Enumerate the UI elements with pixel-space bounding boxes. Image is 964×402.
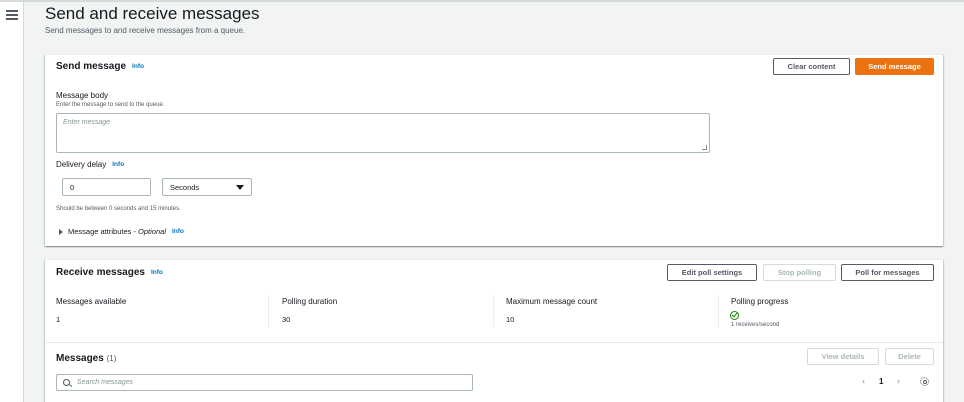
max-message-count-value: 10 xyxy=(506,315,515,324)
message-attributes-expander[interactable]: Message attributes - Optional Info xyxy=(59,227,184,236)
caret-right-icon xyxy=(59,228,63,235)
delay-unit-value: Seconds xyxy=(170,182,200,192)
message-body-textarea[interactable]: Enter message xyxy=(56,113,710,153)
search-placeholder: Search messages xyxy=(77,379,134,386)
polling-progress-label: Polling progress xyxy=(731,297,789,306)
search-icon xyxy=(63,379,70,386)
page-title: Send and receive messages xyxy=(45,4,260,23)
page-number[interactable]: 1 xyxy=(879,377,883,386)
message-body-placeholder: Enter message xyxy=(63,119,111,126)
send-message-button[interactable]: Send message xyxy=(855,58,934,75)
messages-count: (1) xyxy=(106,354,117,363)
top-border xyxy=(0,0,964,2)
messages-title: Messages xyxy=(56,353,104,364)
caret-down-icon xyxy=(236,185,244,190)
success-check-icon xyxy=(730,311,739,320)
delivery-delay-hint: Should be between 0 seconds and 15 minut… xyxy=(56,206,181,212)
optional-label: Optional xyxy=(138,227,166,236)
delivery-delay-input[interactable]: 0 xyxy=(62,178,151,196)
delivery-delay-heading: Delivery delay Info xyxy=(56,160,124,169)
prev-page-icon[interactable]: ‹ xyxy=(862,376,865,386)
message-body-hint: Enter the message to send to the queue. xyxy=(56,102,165,108)
stop-polling-button[interactable]: Stop polling xyxy=(763,264,836,281)
send-message-heading: Send message Info xyxy=(56,61,144,72)
messages-available-label: Messages available xyxy=(56,297,127,306)
edit-poll-settings-button[interactable]: Edit poll settings xyxy=(667,264,757,281)
polling-progress-rate: 1 receives/second xyxy=(731,322,780,328)
stat-divider xyxy=(493,295,494,327)
message-body-label: Message body xyxy=(56,91,109,100)
resize-handle-icon[interactable] xyxy=(702,145,707,150)
messages-available-value: 1 xyxy=(56,315,61,324)
delete-button[interactable]: Delete xyxy=(885,348,934,365)
delay-info-link[interactable]: Info xyxy=(112,161,124,168)
stat-divider xyxy=(268,295,269,327)
side-rail xyxy=(0,2,24,402)
receive-info-link[interactable]: Info xyxy=(151,269,163,276)
page-description: Send messages to and receive messages fr… xyxy=(45,26,246,35)
menu-icon[interactable] xyxy=(6,10,18,20)
polling-duration-value: 30 xyxy=(282,315,291,324)
search-messages-input[interactable]: Search messages xyxy=(56,374,473,391)
attributes-info-link[interactable]: Info xyxy=(172,228,184,235)
next-page-icon[interactable]: › xyxy=(897,376,900,386)
messages-heading: Messages (1) xyxy=(56,353,116,364)
messages-section-divider xyxy=(45,342,943,343)
stat-divider xyxy=(718,295,719,327)
poll-for-messages-button[interactable]: Poll for messages xyxy=(841,264,934,281)
max-message-count-label: Maximum message count xyxy=(506,297,598,306)
message-attributes-label: Message attributes - xyxy=(68,227,136,236)
delivery-delay-label: Delivery delay xyxy=(56,160,107,169)
clear-content-button[interactable]: Clear content xyxy=(773,58,850,75)
receive-messages-title: Receive messages xyxy=(56,267,145,278)
delay-unit-select[interactable]: Seconds xyxy=(162,178,252,196)
gear-icon[interactable] xyxy=(920,377,929,386)
send-message-title: Send message xyxy=(56,61,127,72)
polling-duration-label: Polling duration xyxy=(282,297,338,306)
send-info-link[interactable]: Info xyxy=(132,63,144,70)
receive-messages-heading: Receive messages Info xyxy=(56,267,163,278)
view-details-button[interactable]: View details xyxy=(807,348,879,365)
